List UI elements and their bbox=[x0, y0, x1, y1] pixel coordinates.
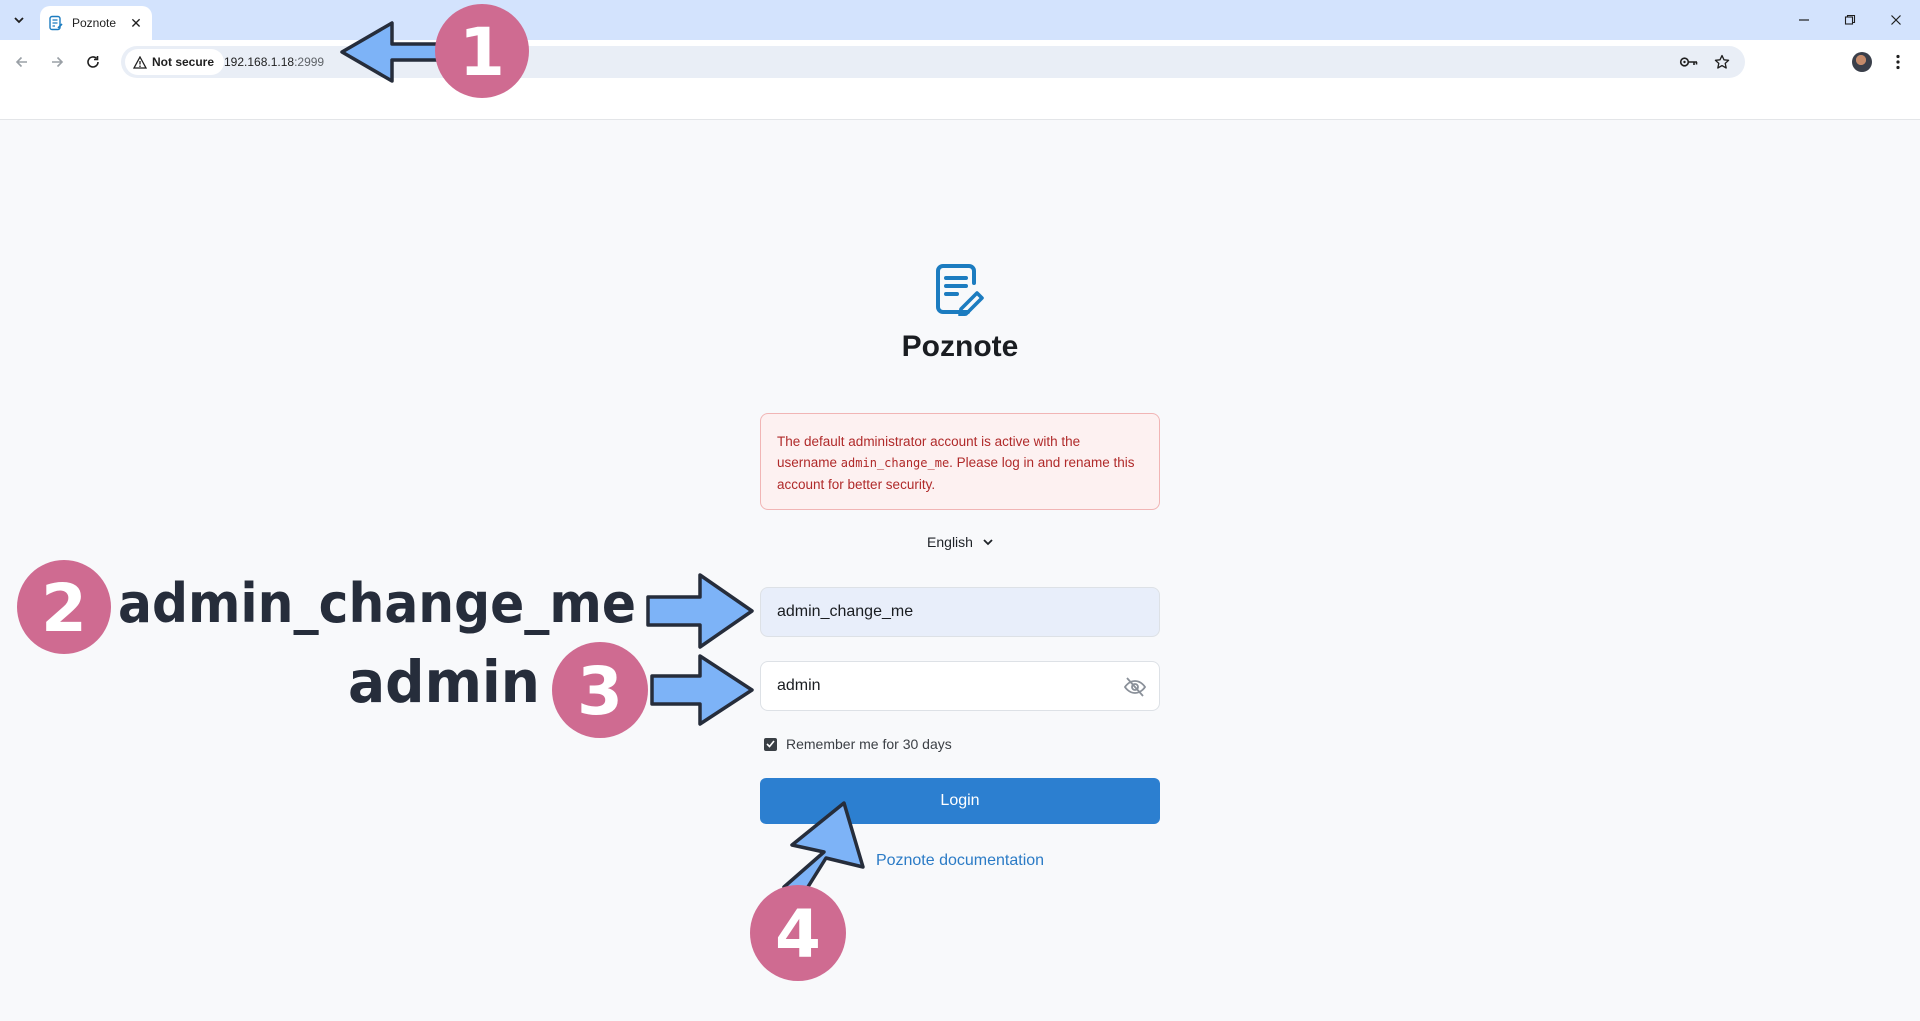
login-button[interactable]: Login bbox=[760, 778, 1160, 824]
close-icon bbox=[1891, 15, 1901, 25]
alert-username-code: admin_change_me bbox=[840, 456, 950, 470]
username-input[interactable]: admin_change_me bbox=[760, 587, 1160, 637]
default-admin-alert: The default administrator account is act… bbox=[760, 413, 1160, 510]
poznote-logo-icon bbox=[936, 264, 984, 316]
password-hint-text: admin bbox=[348, 648, 540, 716]
badge-3-label: 3 bbox=[577, 653, 623, 730]
browser-menu-button[interactable] bbox=[1886, 50, 1910, 74]
password-value: admin bbox=[777, 677, 821, 694]
tab-close-icon[interactable]: ✕ bbox=[128, 15, 144, 31]
back-button[interactable] bbox=[10, 50, 34, 74]
username-value: admin_change_me bbox=[777, 603, 914, 620]
password-input[interactable]: admin bbox=[760, 661, 1160, 711]
url-port: :2999 bbox=[294, 55, 325, 69]
forward-button[interactable] bbox=[45, 50, 69, 74]
language-select[interactable]: English bbox=[760, 534, 1160, 550]
not-secure-label: Not secure bbox=[152, 55, 215, 69]
badge-4 bbox=[750, 885, 846, 981]
kebab-menu-icon bbox=[1896, 54, 1900, 70]
profile-avatar[interactable] bbox=[1852, 52, 1872, 72]
security-chip[interactable]: Not secure bbox=[125, 49, 225, 75]
remember-checkbox[interactable] bbox=[764, 737, 777, 751]
badge-4-label: 4 bbox=[775, 896, 821, 973]
password-key-button[interactable] bbox=[1678, 51, 1700, 73]
arrow-3 bbox=[650, 654, 754, 726]
browser-tab[interactable]: Poznote ✕ bbox=[40, 6, 152, 40]
minimize-button[interactable] bbox=[1794, 10, 1814, 30]
tab-search-button[interactable] bbox=[7, 8, 31, 32]
restore-icon bbox=[1844, 14, 1856, 25]
badge-2-label: 2 bbox=[41, 570, 87, 647]
badge-2 bbox=[17, 560, 111, 654]
app-title: Poznote bbox=[901, 330, 1019, 363]
username-hint-text: admin_change_me bbox=[118, 572, 636, 635]
back-icon bbox=[15, 56, 27, 68]
reload-icon bbox=[87, 56, 99, 68]
tab-title: Poznote bbox=[72, 16, 117, 30]
browser-toolbar: Not secure 192.168.1.18:2999 bbox=[0, 40, 1920, 120]
remember-me-row[interactable]: Remember me for 30 days bbox=[764, 736, 952, 752]
tab-search-icon bbox=[14, 17, 24, 24]
key-icon bbox=[1679, 57, 1698, 67]
badge-3 bbox=[552, 642, 648, 738]
remember-label: Remember me for 30 days bbox=[786, 736, 952, 752]
documentation-link[interactable]: Poznote documentation bbox=[760, 852, 1160, 870]
eye-slash-icon[interactable] bbox=[1123, 675, 1147, 699]
checkmark-icon bbox=[766, 740, 775, 748]
poznote-favicon bbox=[49, 15, 63, 31]
url-host: 192.168.1.18 bbox=[224, 55, 295, 69]
arrow-2 bbox=[646, 573, 754, 649]
bookmark-button[interactable] bbox=[1711, 51, 1733, 73]
forward-icon bbox=[52, 56, 64, 68]
minimize-icon bbox=[1799, 19, 1809, 21]
reload-button[interactable] bbox=[81, 50, 105, 74]
address-bar[interactable]: Not secure 192.168.1.18:2999 bbox=[121, 46, 1745, 78]
warning-icon bbox=[133, 55, 147, 69]
star-icon bbox=[1714, 54, 1730, 69]
browser-tabstrip: Poznote ✕ bbox=[0, 0, 1920, 40]
language-selected: English bbox=[927, 534, 973, 550]
chevron-down-icon bbox=[983, 538, 993, 545]
window-close-button[interactable] bbox=[1886, 10, 1906, 30]
restore-button[interactable] bbox=[1840, 10, 1860, 30]
url-text[interactable]: 192.168.1.18:2999 bbox=[224, 55, 324, 69]
